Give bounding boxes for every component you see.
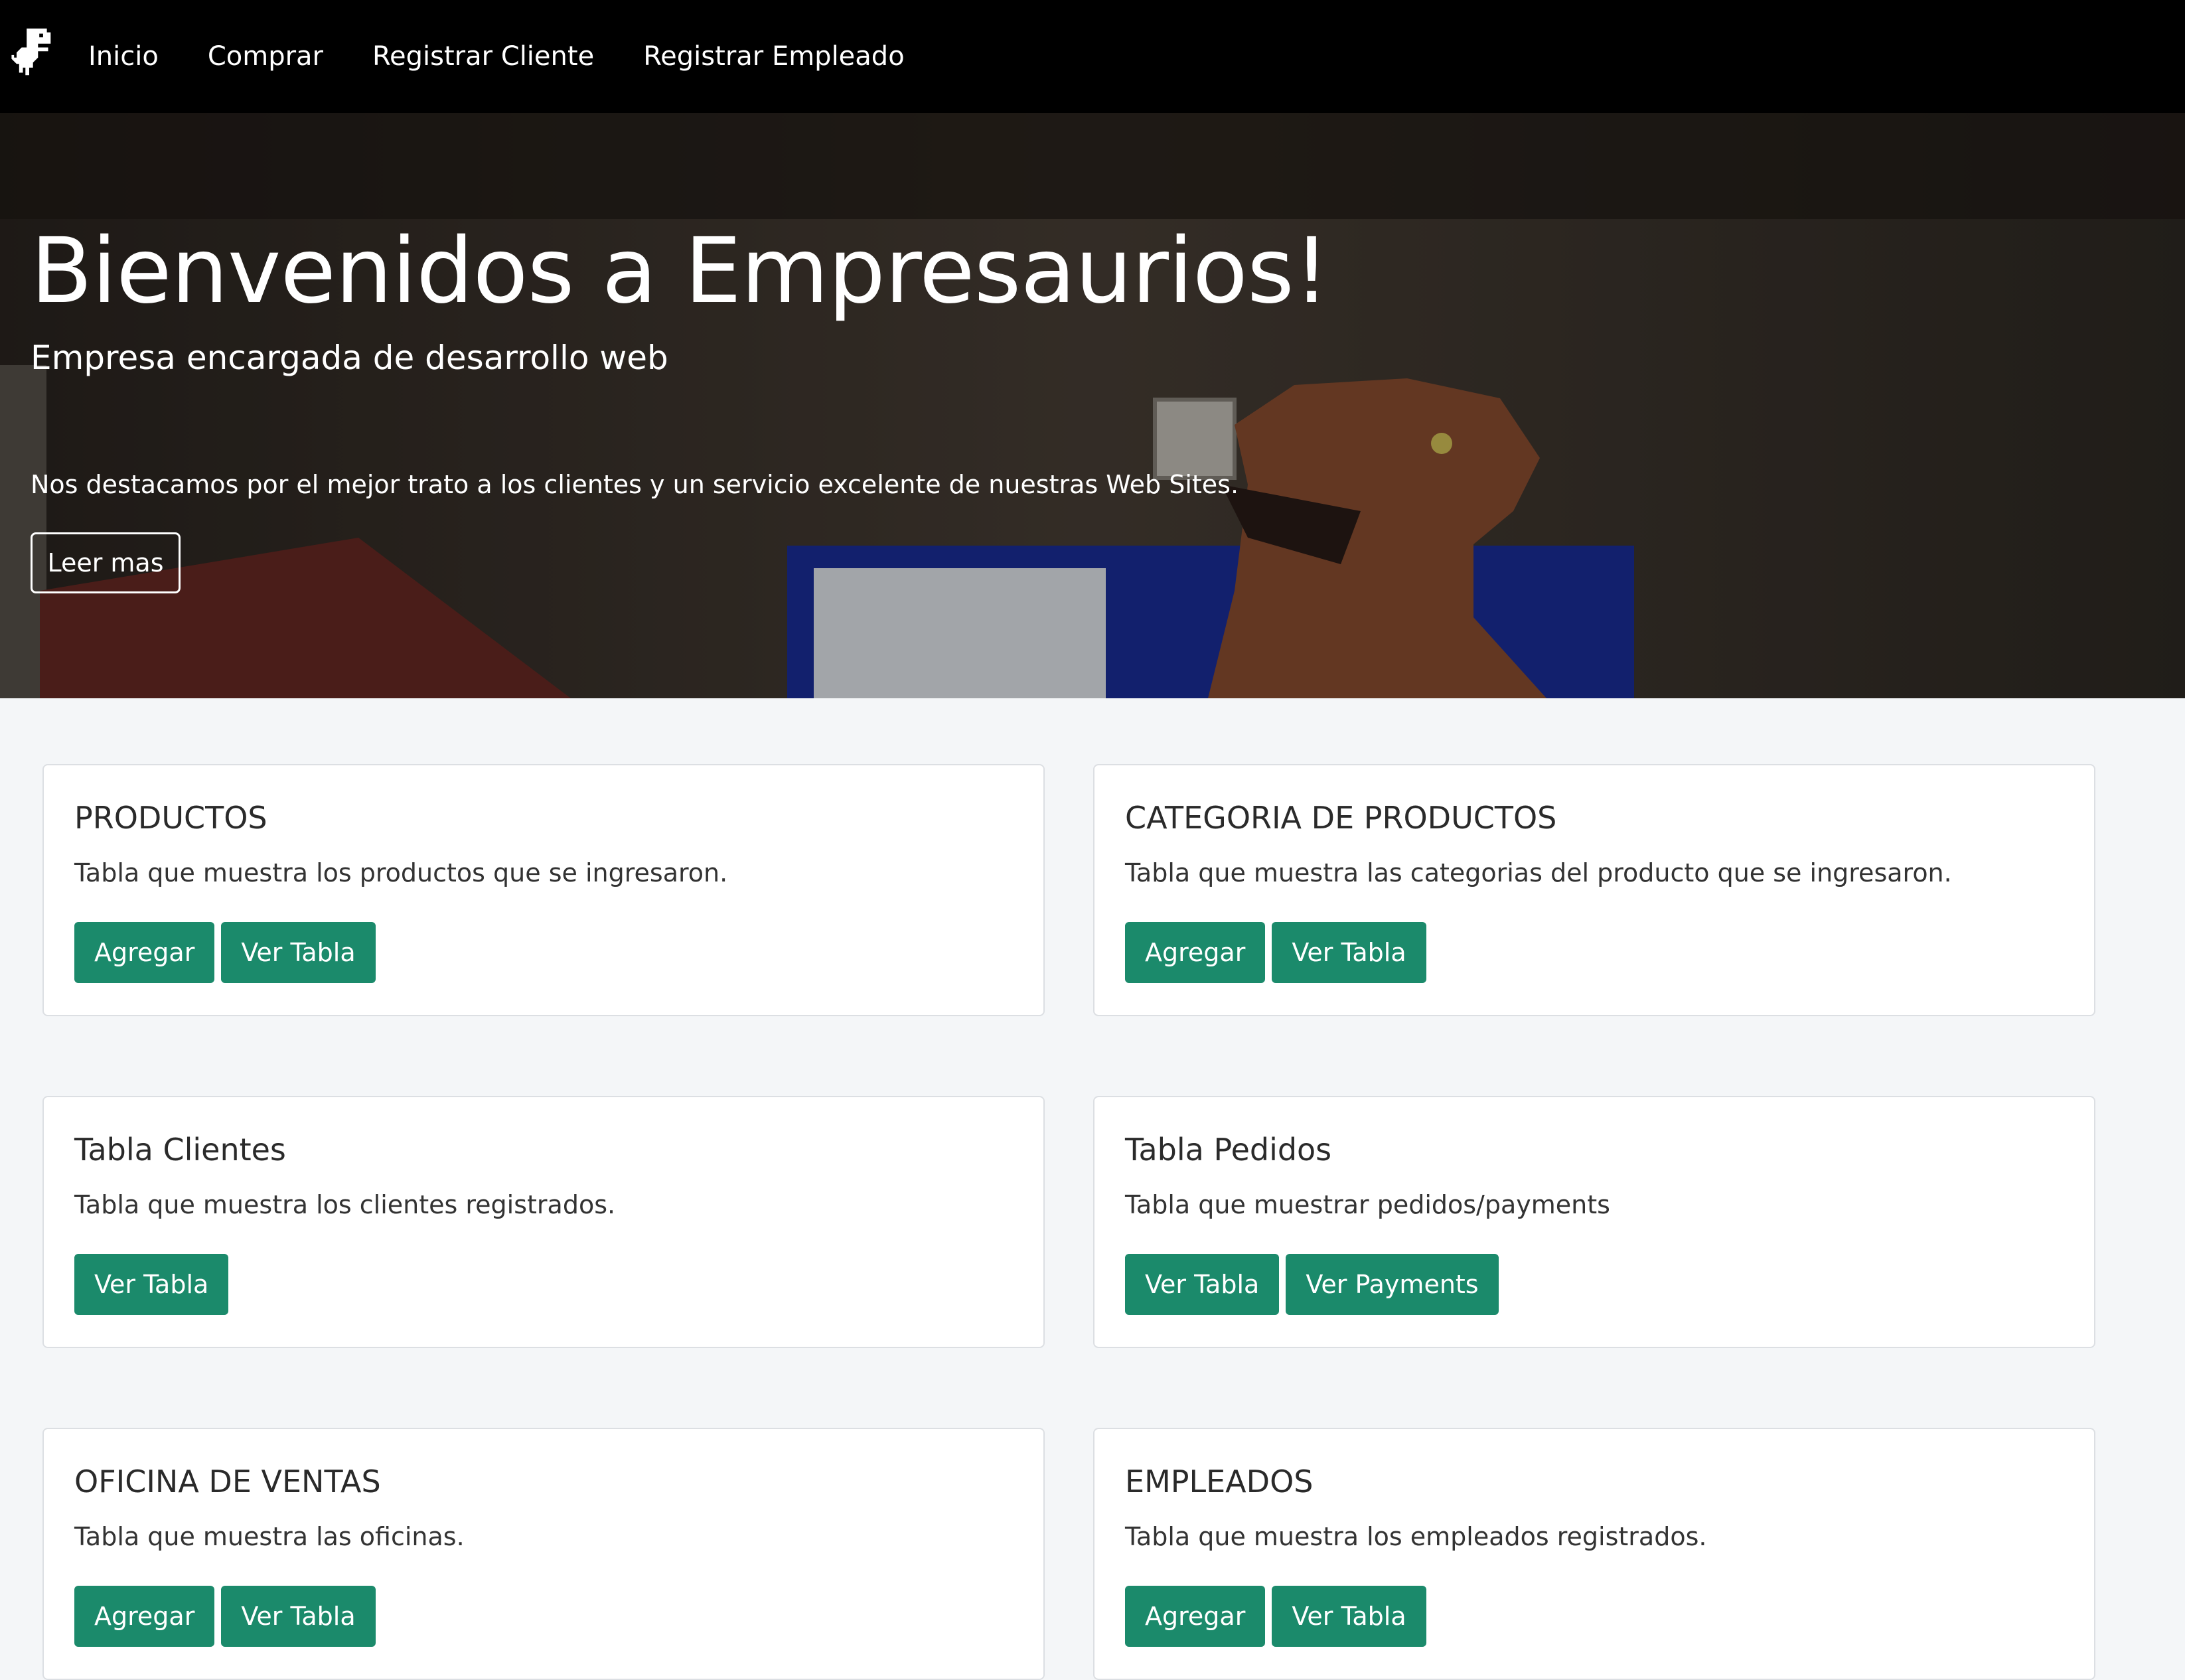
- card-tabla-pedidos: Tabla Pedidos Tabla que muestrar pedidos…: [1093, 1096, 2095, 1348]
- card-title: PRODUCTOS: [74, 800, 267, 836]
- agregar-oficina-button[interactable]: Agregar: [74, 1586, 215, 1647]
- agregar-categoria-button[interactable]: Agregar: [1125, 922, 1266, 983]
- card-text: Tabla que muestra las categorias del pro…: [1125, 858, 1952, 887]
- dinosaur-icon[interactable]: [4, 25, 54, 82]
- card-title: Tabla Pedidos: [1125, 1132, 1332, 1168]
- nav-links: Inicio Comprar Registrar Cliente Registr…: [88, 0, 954, 113]
- card-text: Tabla que muestrar pedidos/payments: [1125, 1190, 1610, 1219]
- card-title: CATEGORIA DE PRODUCTOS: [1125, 800, 1557, 836]
- nav-link-registrar-empleado[interactable]: Registrar Empleado: [643, 41, 904, 72]
- card-buttons: Agregar Ver Tabla: [74, 922, 382, 983]
- card-title: Tabla Clientes: [74, 1132, 286, 1168]
- card-text: Tabla que muestra los clientes registrad…: [74, 1190, 616, 1219]
- card-productos: PRODUCTOS Tabla que muestra los producto…: [42, 764, 1045, 1016]
- card-oficina-ventas: OFICINA DE VENTAS Tabla que muestra las …: [42, 1428, 1045, 1680]
- nav-link-inicio[interactable]: Inicio: [88, 41, 159, 72]
- card-buttons: Agregar Ver Tabla: [1125, 922, 1433, 983]
- card-buttons: Ver Tabla Ver Payments: [1125, 1254, 1505, 1315]
- card-tabla-clientes: Tabla Clientes Tabla que muestra los cli…: [42, 1096, 1045, 1348]
- ver-tabla-empleados-button[interactable]: Ver Tabla: [1272, 1586, 1426, 1647]
- ver-tabla-clientes-button[interactable]: Ver Tabla: [74, 1254, 229, 1315]
- card-title: EMPLEADOS: [1125, 1464, 1314, 1499]
- navbar: Inicio Comprar Registrar Cliente Registr…: [0, 0, 2185, 113]
- card-categoria-productos: CATEGORIA DE PRODUCTOS Tabla que muestra…: [1093, 764, 2095, 1016]
- agregar-productos-button[interactable]: Agregar: [74, 922, 215, 983]
- hero-banner: Bienvenidos a Empresaurios! Empresa enca…: [0, 113, 2185, 698]
- card-buttons: Ver Tabla: [74, 1254, 235, 1315]
- card-text: Tabla que muestra las oficinas.: [74, 1522, 465, 1551]
- hero-description: Nos destacamos por el mejor trato a los …: [31, 470, 1239, 499]
- leer-mas-button[interactable]: Leer mas: [31, 532, 181, 593]
- nav-link-registrar-cliente[interactable]: Registrar Cliente: [372, 41, 594, 72]
- hero-subtitle: Empresa encargada de desarrollo web: [31, 339, 668, 377]
- nav-link-comprar[interactable]: Comprar: [208, 41, 323, 72]
- hero-overlay: [0, 113, 2185, 698]
- ver-tabla-oficina-button[interactable]: Ver Tabla: [221, 1586, 376, 1647]
- card-buttons: Agregar Ver Tabla: [74, 1586, 382, 1647]
- card-buttons: Agregar Ver Tabla: [1125, 1586, 1433, 1647]
- ver-tabla-productos-button[interactable]: Ver Tabla: [221, 922, 376, 983]
- agregar-empleado-button[interactable]: Agregar: [1125, 1586, 1266, 1647]
- card-empleados: EMPLEADOS Tabla que muestra los empleado…: [1093, 1428, 2095, 1680]
- card-title: OFICINA DE VENTAS: [74, 1464, 381, 1499]
- card-text: Tabla que muestra los productos que se i…: [74, 858, 728, 887]
- ver-payments-button[interactable]: Ver Payments: [1286, 1254, 1499, 1315]
- ver-tabla-categoria-button[interactable]: Ver Tabla: [1272, 922, 1426, 983]
- hero-title: Bienvenidos a Empresaurios!: [31, 219, 1329, 324]
- ver-tabla-pedidos-button[interactable]: Ver Tabla: [1125, 1254, 1280, 1315]
- card-text: Tabla que muestra los empleados registra…: [1125, 1522, 1707, 1551]
